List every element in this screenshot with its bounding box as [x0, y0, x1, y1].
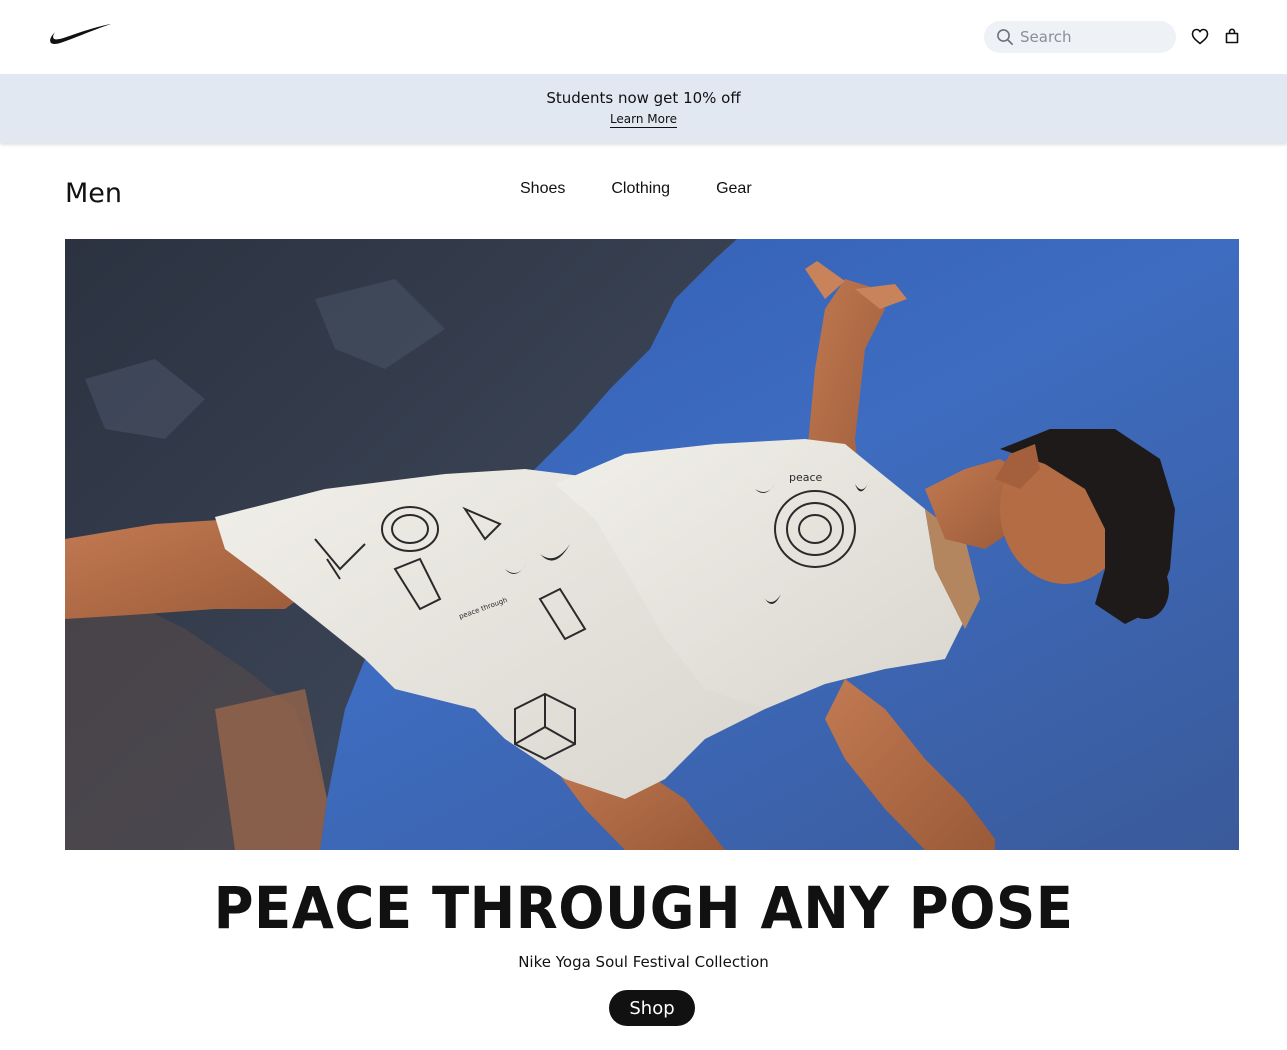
nike-logo[interactable]: [48, 22, 112, 50]
nav-item-clothing[interactable]: Clothing: [611, 180, 670, 198]
hero-subheadline: Nike Yoga Soul Festival Collection: [518, 953, 769, 971]
shop-button[interactable]: Shop: [609, 990, 695, 1026]
bag-icon: [1225, 28, 1239, 44]
svg-text:peace: peace: [789, 471, 823, 484]
bag-button[interactable]: [1222, 26, 1242, 46]
swoosh-icon: [50, 24, 111, 44]
top-navigation: [0, 0, 1287, 74]
promo-banner: Students now get 10% off Learn More: [0, 74, 1287, 143]
search-box[interactable]: [984, 21, 1176, 53]
learn-more-link[interactable]: Learn More: [609, 112, 678, 128]
search-icon: [997, 29, 1014, 46]
hero-headline: PEACE THROUGH ANY POSE: [213, 874, 1074, 942]
hero-image[interactable]: peace peace through: [65, 239, 1239, 850]
nav-item-gear[interactable]: Gear: [716, 180, 752, 198]
search-input[interactable]: [1020, 28, 1160, 46]
hero-illustration: peace peace through: [65, 239, 1239, 850]
promo-link-wrap: Learn More: [0, 112, 1287, 128]
nav-item-shoes[interactable]: Shoes: [520, 180, 565, 198]
favorites-button[interactable]: [1190, 26, 1210, 46]
promo-text: Students now get 10% off: [546, 89, 741, 107]
page-title: Men: [65, 178, 123, 209]
category-nav: Shoes Clothing Gear: [497, 180, 775, 198]
heart-icon: [1191, 28, 1209, 44]
